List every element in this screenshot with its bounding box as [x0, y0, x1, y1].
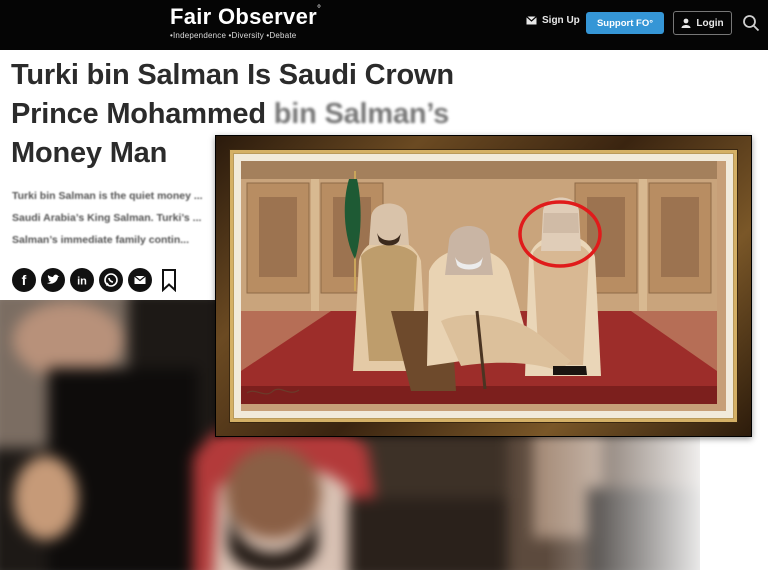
share-bar: f in — [12, 268, 178, 292]
logo-tagline: •Independence •Diversity •Debate — [170, 31, 297, 40]
signup-label: Sign Up — [542, 15, 580, 26]
search-icon[interactable] — [742, 14, 760, 32]
twitter-icon[interactable] — [41, 268, 65, 292]
svg-text:in: in — [77, 276, 87, 288]
site-logo[interactable]: Fair Observer° •Independence •Diversity … — [170, 4, 321, 40]
login-button[interactable]: Login — [673, 11, 732, 35]
login-label: Login — [696, 17, 724, 29]
linkedin-icon[interactable]: in — [70, 268, 94, 292]
bookmark-icon[interactable] — [160, 268, 178, 292]
user-icon — [681, 18, 691, 28]
headline-text-end: Money Man — [11, 137, 168, 169]
email-icon[interactable] — [128, 268, 152, 292]
facebook-icon[interactable]: f — [12, 268, 36, 292]
whatsapp-icon[interactable] — [99, 268, 123, 292]
envelope-icon — [526, 16, 537, 25]
site-header: Fair Observer° •Independence •Diversity … — [0, 0, 768, 50]
royal-portrait-painting — [241, 161, 726, 411]
logo-mark: ° — [316, 4, 322, 15]
framed-painting — [215, 135, 752, 437]
svg-text:f: f — [22, 272, 27, 288]
headline-text-obscured: bin Salman’s — [273, 98, 450, 130]
article-summary: Turki bin Salman is the quiet money ... … — [12, 190, 203, 246]
logo-title: Fair Observer° — [170, 4, 322, 29]
support-button[interactable]: Support FO° — [586, 12, 664, 34]
signup-link[interactable]: Sign Up — [526, 15, 580, 26]
